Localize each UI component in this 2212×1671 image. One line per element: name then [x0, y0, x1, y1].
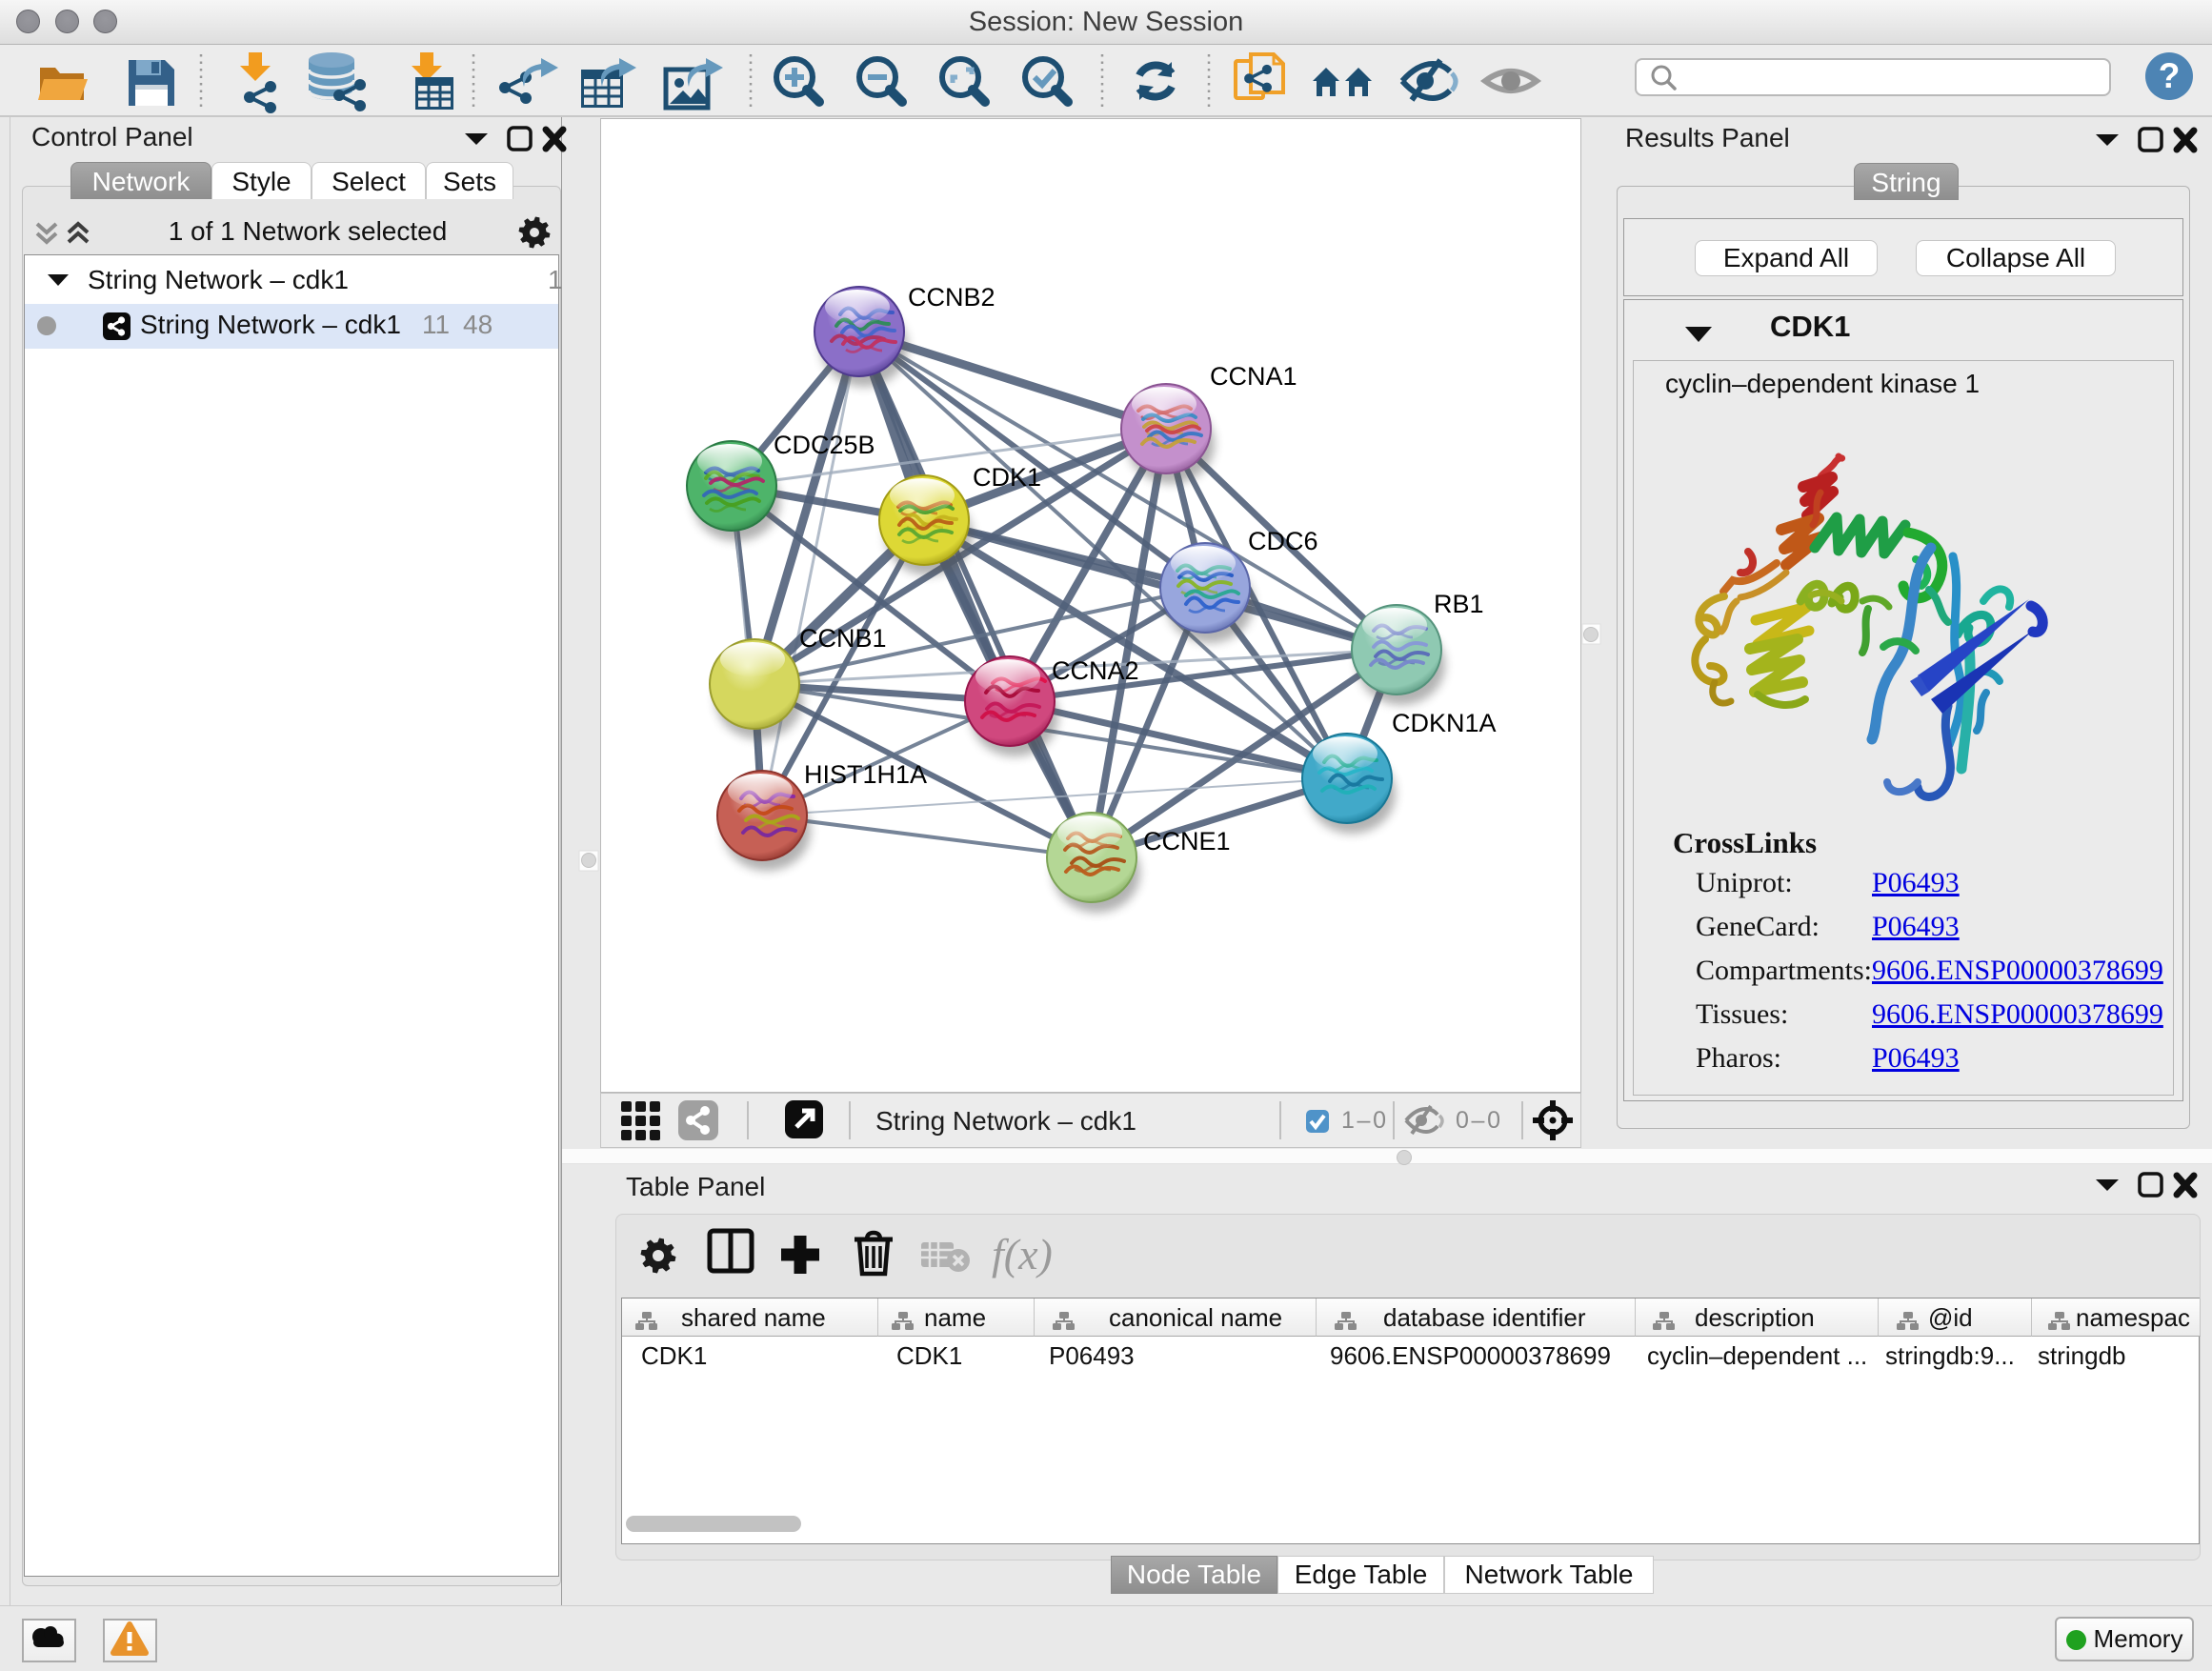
svg-text:0 – 0: 0 – 0 — [1456, 1107, 1500, 1134]
svg-text:CCNB1: CCNB1 — [799, 624, 887, 653]
svg-text:CDK1: CDK1 — [973, 463, 1041, 492]
svg-text:CCNA2: CCNA2 — [1052, 656, 1139, 685]
svg-text:CCNB2: CCNB2 — [908, 283, 995, 312]
svg-text:CDC6: CDC6 — [1248, 527, 1318, 555]
svg-text:f(x): f(x) — [992, 1230, 1053, 1278]
svg-text:CCNE1: CCNE1 — [1143, 827, 1231, 856]
svg-text:CDC25B: CDC25B — [774, 431, 875, 459]
svg-text:RB1: RB1 — [1434, 590, 1484, 618]
svg-text:CCNA1: CCNA1 — [1210, 362, 1297, 391]
svg-text:HIST1H1A: HIST1H1A — [804, 760, 927, 789]
svg-text:1 – 0: 1 – 0 — [1341, 1107, 1386, 1134]
svg-text:CDKN1A: CDKN1A — [1392, 709, 1497, 737]
svg-text:?: ? — [2159, 56, 2181, 95]
